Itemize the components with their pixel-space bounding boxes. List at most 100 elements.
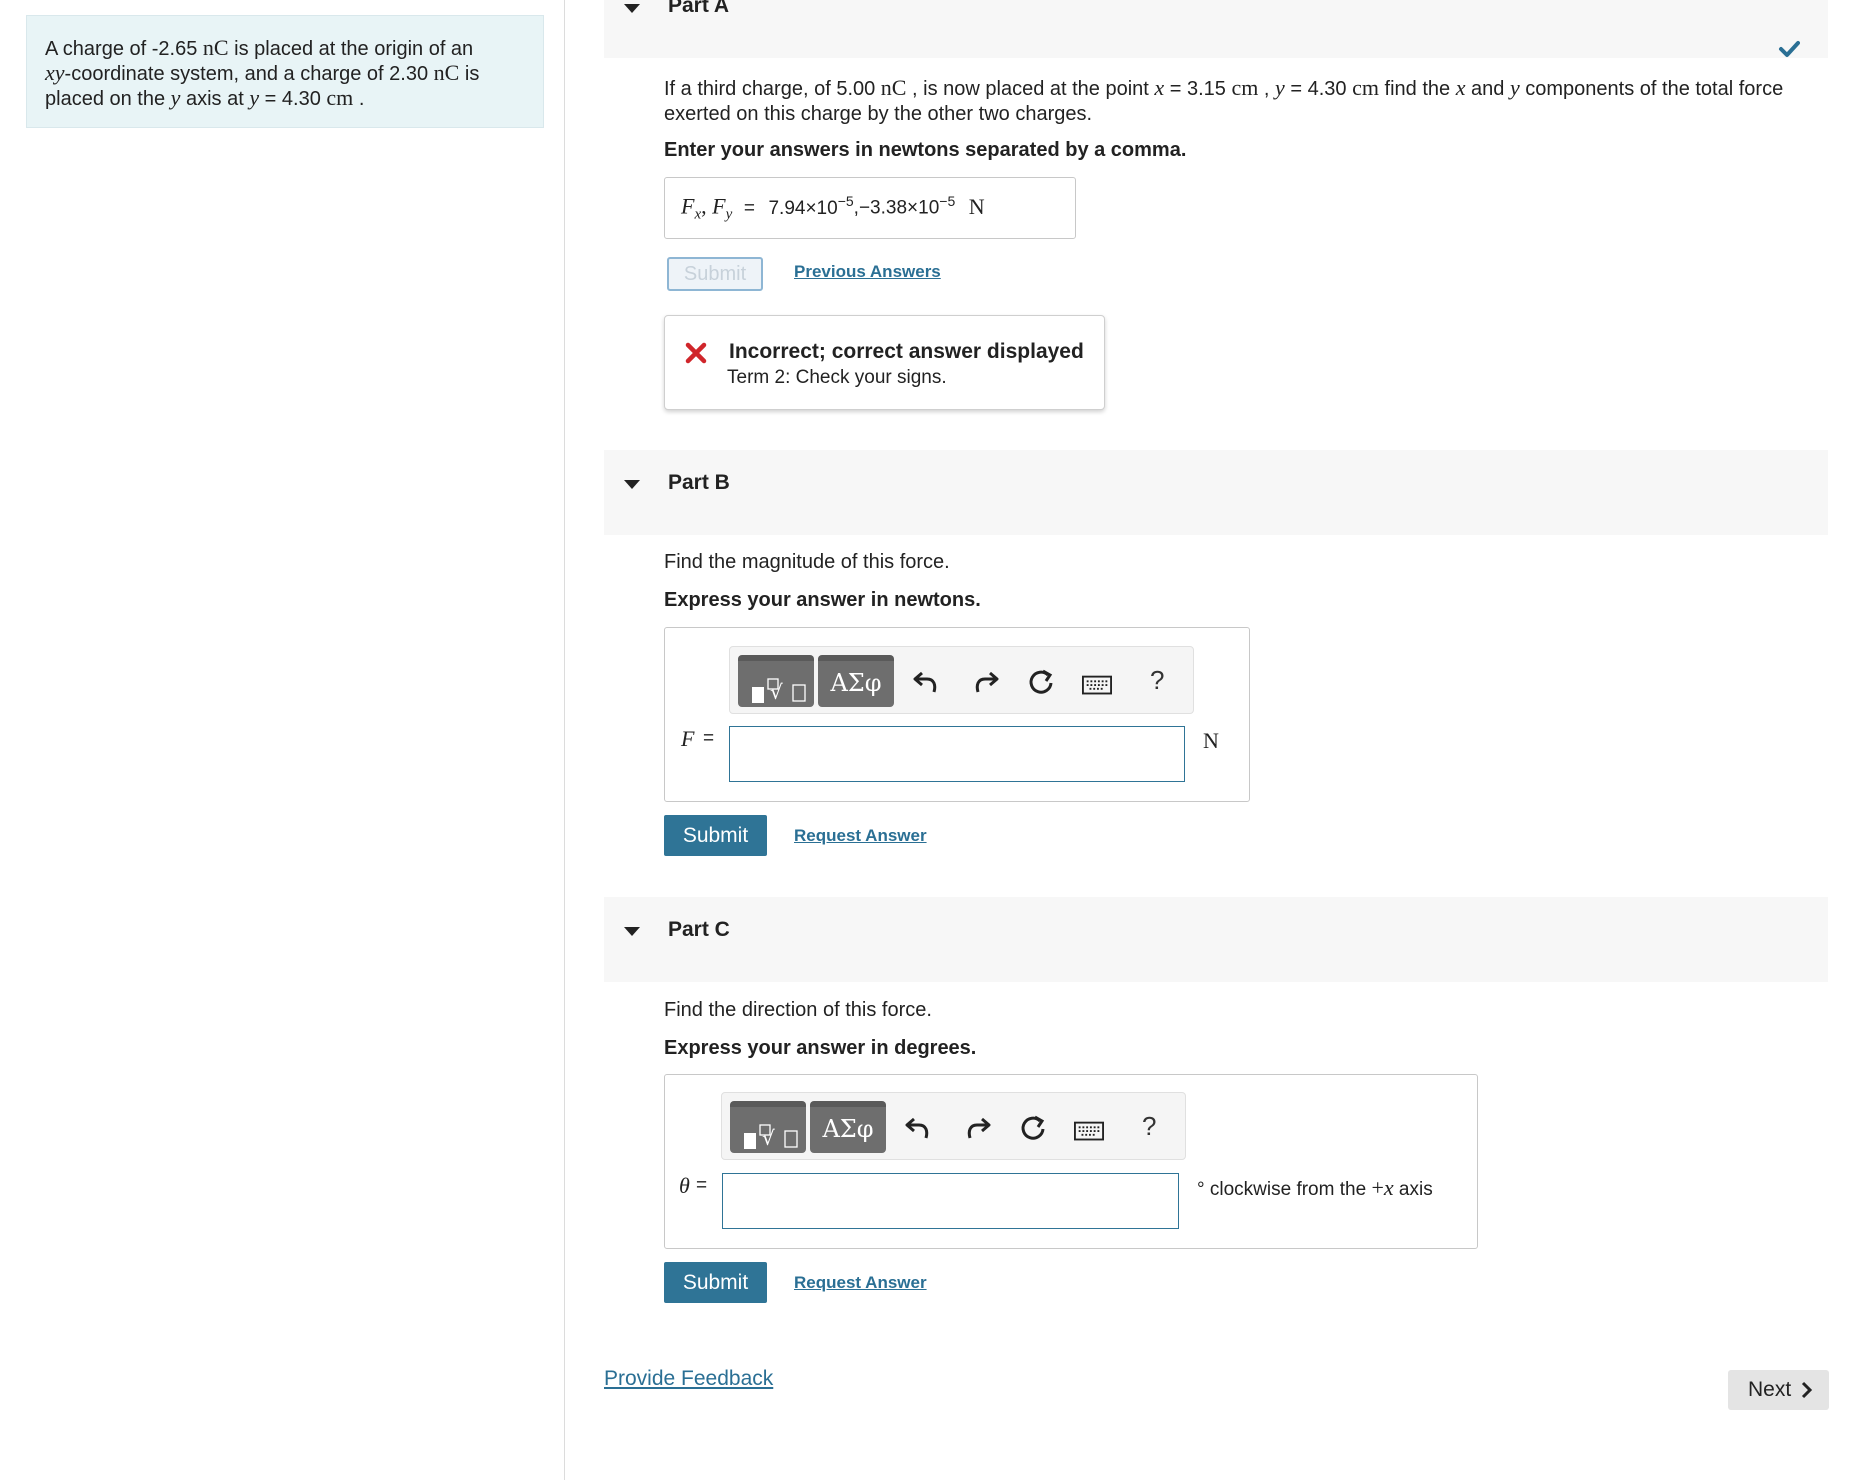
part-b-instruction: Express your answer in newtons.: [664, 589, 981, 611]
help-button[interactable]: ?: [1142, 1111, 1156, 1142]
question-text: exerted on this charge by the other two …: [664, 103, 1093, 125]
problem-text: .: [353, 88, 365, 110]
question-text: = 4.30: [1284, 78, 1353, 100]
part-c-request-answer-link[interactable]: Request Answer: [794, 1273, 927, 1293]
part-c-submit-button[interactable]: Submit: [664, 1262, 767, 1303]
undo-icon[interactable]: [904, 1113, 934, 1143]
var-y: y: [1275, 75, 1285, 100]
part-b-header[interactable]: Part B: [604, 450, 1828, 535]
answer-exponent: −5: [837, 193, 854, 209]
unit-N: N: [1203, 728, 1219, 753]
help-button[interactable]: ?: [1150, 665, 1164, 696]
part-a-question: If a third charge, of 5.00 nC , is now p…: [664, 75, 1814, 127]
chevron-down-icon[interactable]: [624, 4, 640, 13]
question-text: = 3.15: [1164, 78, 1232, 100]
next-button[interactable]: Next: [1728, 1370, 1829, 1410]
feedback-detail: Term 2: Check your signs.: [727, 367, 947, 388]
part-c-answer-box: √ ΑΣφ ? θ = ° clockwise from the +x axis: [664, 1074, 1478, 1249]
var-F: F: [681, 726, 695, 751]
equals-sign: =: [743, 197, 755, 219]
unit-nC: nC: [202, 35, 229, 60]
var-y: y: [249, 85, 260, 110]
part-b-question: Find the magnitude of this force.: [664, 551, 950, 573]
problem-line-2: xy-coordinate system, and a charge of 2.…: [45, 61, 525, 86]
templates-icon: √: [752, 678, 806, 704]
problem-statement: A charge of -2.65 nC is placed at the or…: [26, 15, 544, 128]
part-b-submit-button[interactable]: Submit: [664, 815, 767, 856]
templates-button[interactable]: √: [730, 1101, 806, 1153]
part-c-unit-label: ° clockwise from the +x axis: [1197, 1175, 1433, 1201]
plus-sign: +: [1371, 1175, 1384, 1200]
column-divider: [564, 0, 565, 1480]
svg-text:√: √: [762, 1126, 775, 1150]
part-a-answer-display: Fx, Fy = 7.94×10−5,−3.38×10−5 N: [664, 177, 1076, 239]
var-x: x: [1154, 75, 1165, 100]
var-y: y: [1509, 75, 1520, 100]
question-text: and: [1465, 78, 1510, 100]
templates-button[interactable]: √: [738, 655, 814, 707]
problem-text: axis at: [180, 88, 250, 110]
answer-value: 7.94×10: [768, 197, 838, 219]
part-c-instruction: Express your answer in degrees.: [664, 1037, 977, 1059]
provide-feedback-link[interactable]: Provide Feedback: [604, 1367, 773, 1391]
chevron-down-icon[interactable]: [624, 927, 640, 936]
math-toolbar: √ ΑΣφ ?: [721, 1092, 1186, 1160]
problem-text: placed on the: [45, 88, 171, 110]
unit-cm: cm: [1352, 75, 1379, 100]
problem-text: is placed at the origin of an: [228, 38, 474, 60]
question-text: components of the total force: [1519, 78, 1784, 100]
question-text: ,: [1258, 78, 1276, 100]
redo-icon[interactable]: [970, 667, 1000, 697]
var-x: x: [1455, 75, 1466, 100]
part-b-title: Part B: [668, 471, 730, 494]
problem-line-1: A charge of -2.65 nC is placed at the or…: [45, 36, 525, 61]
answer-exponent: −5: [939, 193, 956, 209]
problem-text: A charge of -2.65: [45, 38, 203, 60]
previous-answers-link[interactable]: Previous Answers: [794, 262, 941, 282]
unit-text: axis: [1393, 1179, 1433, 1200]
greek-symbols-button[interactable]: ΑΣφ: [810, 1101, 886, 1153]
unit-nC: nC: [880, 75, 907, 100]
unit-nC: nC: [433, 60, 460, 85]
reset-icon[interactable]: [1026, 667, 1056, 697]
problem-text: -coordinate system, and a charge of 2.30: [64, 63, 434, 85]
unit-cm: cm: [1231, 75, 1259, 100]
unit-N: N: [968, 193, 985, 219]
redo-icon[interactable]: [962, 1113, 992, 1143]
checkmark-icon: [1779, 41, 1800, 57]
question-text: If a third charge, of 5.00: [664, 78, 881, 100]
part-a-submit-button[interactable]: Submit: [667, 257, 763, 291]
var-x: x: [1383, 1175, 1394, 1200]
problem-text: = 4.30: [259, 88, 327, 110]
var-xy: xy: [45, 60, 65, 85]
keyboard-icon[interactable]: [1082, 671, 1112, 701]
var-y: y: [170, 85, 181, 110]
subscript-y: y: [725, 206, 733, 223]
part-c-title: Part C: [668, 918, 730, 941]
problem-line-3: placed on the y axis at y = 4.30 cm .: [45, 86, 525, 111]
equals-sign: =: [703, 728, 715, 749]
part-b-request-answer-link[interactable]: Request Answer: [794, 826, 927, 846]
reset-icon[interactable]: [1018, 1113, 1048, 1143]
question-text: , is now placed at the point: [906, 78, 1155, 100]
problem-text: is: [459, 63, 480, 85]
part-a-feedback: Incorrect; correct answer displayed Term…: [664, 315, 1105, 410]
part-a-title: Part A: [668, 0, 730, 17]
chevron-right-icon: [1801, 1381, 1813, 1399]
question-text: find the: [1378, 78, 1456, 100]
part-a-instruction: Enter your answers in newtons separated …: [664, 139, 1187, 161]
part-c-header[interactable]: Part C: [604, 897, 1828, 982]
chevron-down-icon[interactable]: [624, 480, 640, 489]
part-b-answer-input[interactable]: [729, 726, 1185, 782]
var-F: F: [712, 193, 726, 219]
part-c-answer-input[interactable]: [722, 1173, 1179, 1229]
next-label: Next: [1748, 1378, 1792, 1401]
math-toolbar: √ ΑΣφ ?: [729, 646, 1194, 714]
keyboard-icon[interactable]: [1074, 1117, 1104, 1147]
greek-symbols-button[interactable]: ΑΣφ: [818, 655, 894, 707]
var-F: F: [681, 193, 695, 219]
part-a-header[interactable]: Part A: [604, 0, 1828, 58]
templates-icon: √: [744, 1124, 798, 1150]
var-theta: θ: [679, 1173, 690, 1198]
undo-icon[interactable]: [912, 667, 942, 697]
